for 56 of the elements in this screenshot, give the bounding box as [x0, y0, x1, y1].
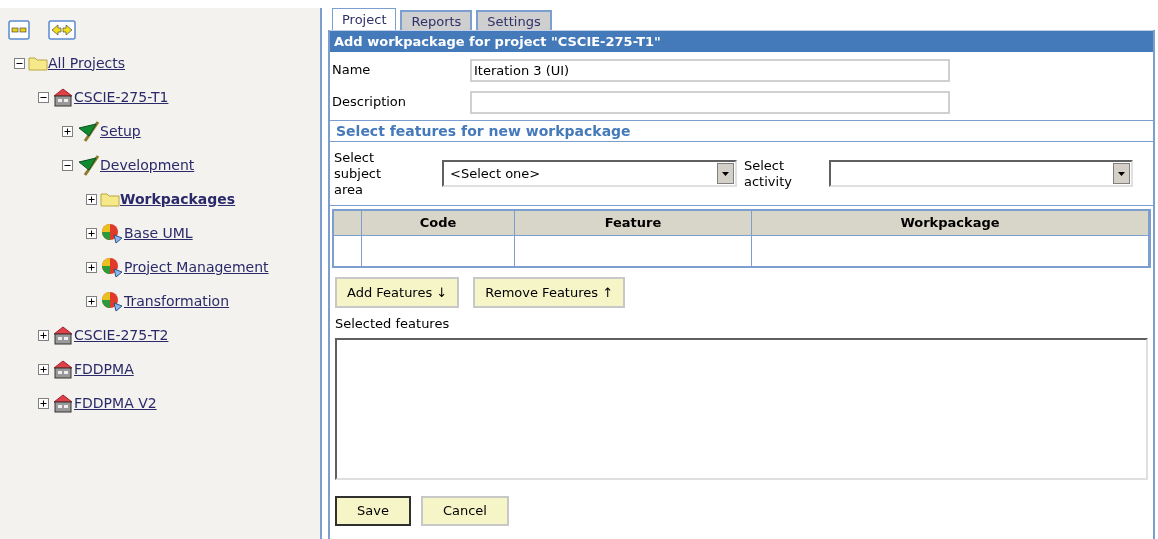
- field-label: Select subject area: [334, 149, 383, 198]
- column-header: Code: [362, 211, 515, 235]
- field-label: Name: [332, 61, 372, 80]
- add-features-button[interactable]: Add Features ↓: [335, 277, 460, 308]
- collapse-toggle-icon[interactable]: [14, 57, 25, 69]
- expand-toggle-icon[interactable]: [38, 397, 49, 409]
- tree-link[interactable]: Development: [100, 154, 195, 176]
- save-button[interactable]: Save: [335, 496, 411, 526]
- dropdown[interactable]: <Select one>: [442, 160, 737, 187]
- flag-icon: [76, 120, 100, 142]
- expand-toggle-icon[interactable]: [86, 295, 97, 307]
- tree-link[interactable]: CSCIE-275-T1: [74, 86, 169, 108]
- tree-link[interactable]: Workpackages: [120, 188, 236, 210]
- house-icon: [52, 359, 74, 379]
- flag-icon: [76, 154, 100, 176]
- expand-toggle-icon[interactable]: [86, 193, 97, 205]
- tree-link[interactable]: All Projects: [48, 52, 125, 74]
- pie-chart-icon: [100, 222, 124, 244]
- tree-link[interactable]: FDDPMA V2: [74, 392, 157, 414]
- house-icon: [52, 325, 74, 345]
- expand-toggle-icon[interactable]: [86, 261, 97, 273]
- tree-link[interactable]: Base UML: [124, 222, 193, 244]
- tree-link[interactable]: FDDPMA: [74, 358, 134, 380]
- house-icon: [52, 393, 74, 413]
- collapse-toggle-icon[interactable]: [38, 91, 49, 103]
- tree-link[interactable]: Transformation: [124, 290, 230, 312]
- field-label: Selected features: [334, 315, 451, 333]
- expand-toggle-icon[interactable]: [86, 227, 97, 239]
- tree-link[interactable]: Project Management: [124, 256, 269, 278]
- text-field[interactable]: Iteration 3 (UI): [470, 58, 950, 82]
- form-title: Add workpackage for project "CSCIE-275-T1": [330, 30, 1153, 52]
- column-header: Workpackage: [752, 211, 1149, 235]
- folder-icon: [28, 55, 48, 71]
- text-field[interactable]: [470, 90, 950, 114]
- field-label: Select activity: [743, 157, 793, 190]
- pie-chart-icon: [100, 290, 124, 312]
- tab[interactable]: Reports: [400, 10, 473, 30]
- collapse-toggle-icon[interactable]: [62, 159, 73, 171]
- expand-toggle-icon[interactable]: [38, 363, 49, 375]
- section-title: Select features for new workpackage: [330, 120, 1153, 142]
- tab[interactable]: Settings: [476, 10, 552, 30]
- cancel-button[interactable]: Cancel: [420, 496, 509, 526]
- caret-icon: [1113, 163, 1130, 184]
- column-header: Feature: [515, 211, 752, 235]
- house-icon: [52, 87, 74, 107]
- tree-link[interactable]: CSCIE-275-T2: [74, 324, 169, 346]
- expand-toggle-icon[interactable]: [38, 329, 49, 341]
- tree-link[interactable]: Setup: [100, 120, 141, 142]
- field-label: Description: [332, 93, 408, 112]
- folder-icon: [100, 191, 120, 207]
- expand-toggle-icon[interactable]: [62, 125, 73, 137]
- tab[interactable]: Project: [332, 8, 397, 30]
- caret-icon: [717, 163, 734, 184]
- pie-chart-icon: [100, 256, 124, 278]
- remove-features-button[interactable]: Remove Features ↑: [473, 277, 626, 308]
- dropdown[interactable]: [829, 160, 1133, 187]
